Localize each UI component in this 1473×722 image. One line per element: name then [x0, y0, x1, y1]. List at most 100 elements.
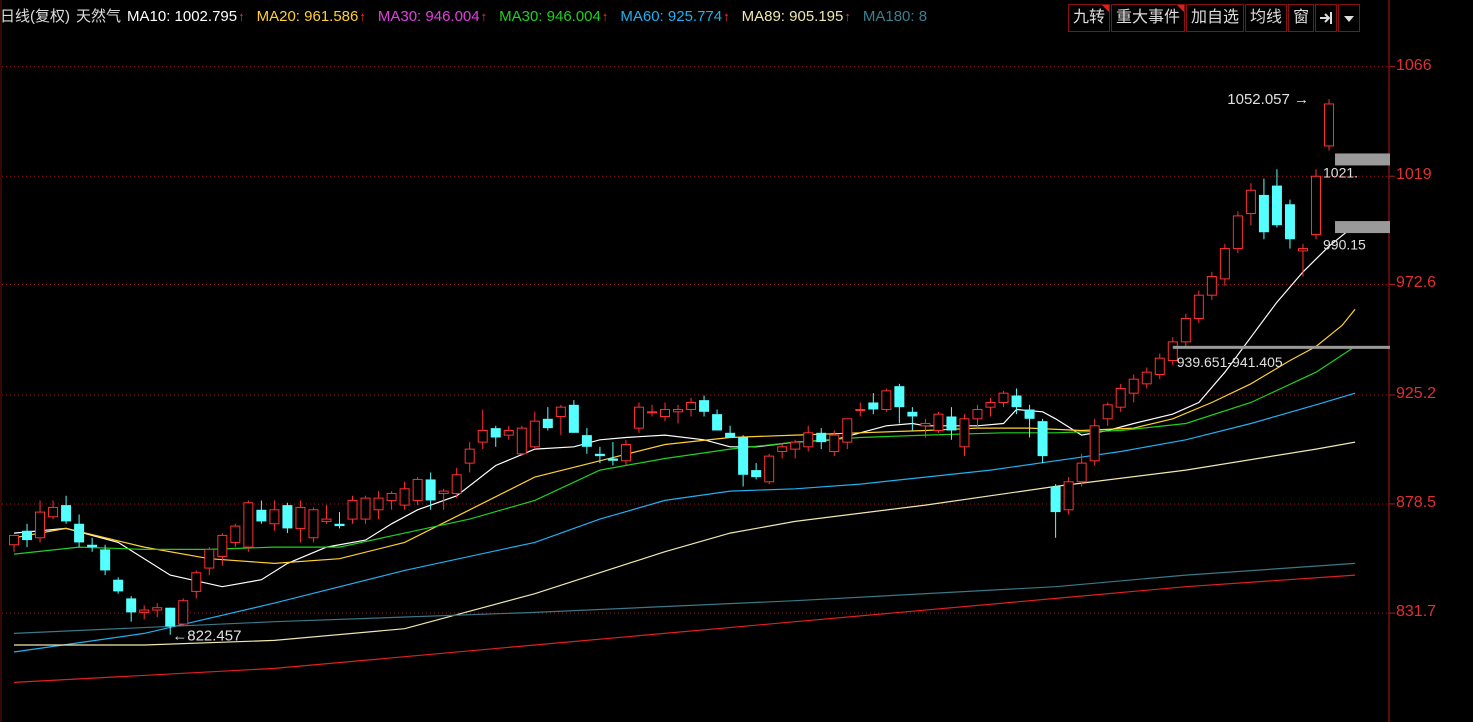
candle-body	[1193, 294, 1204, 320]
candle-body	[438, 490, 449, 494]
candle-body	[646, 411, 657, 414]
candle	[816, 428, 827, 450]
candle	[529, 411, 540, 450]
candle-body	[48, 506, 59, 518]
candle	[204, 547, 215, 576]
candlesticks	[9, 99, 1335, 635]
candle-body	[959, 418, 970, 448]
candle	[568, 400, 579, 433]
ma-indicator: MA89: 905.195↑	[741, 8, 851, 25]
candle	[373, 491, 384, 520]
ma-line-ma60	[13, 392, 1356, 653]
window-button[interactable]: 窗	[1288, 4, 1315, 32]
candle	[1324, 99, 1335, 151]
candle-body	[87, 544, 98, 548]
candle	[48, 500, 59, 520]
candle-body	[1284, 204, 1295, 240]
y-tick-label: 1019	[1396, 166, 1432, 184]
candle-body	[191, 572, 202, 592]
chevron-down-icon[interactable]	[1338, 4, 1361, 32]
candle	[61, 495, 72, 524]
candle-body	[738, 437, 749, 475]
candle	[1311, 169, 1321, 240]
add-favorite-button[interactable]: 加自选	[1186, 4, 1245, 32]
candle	[1141, 367, 1152, 389]
candle-body	[1258, 194, 1269, 233]
candle-body	[1271, 185, 1282, 226]
pin-icon[interactable]	[1315, 4, 1338, 32]
high-label: 1052.057 →	[1227, 91, 1309, 108]
ma-line-ma30	[13, 345, 1356, 555]
candle-body	[139, 609, 150, 613]
kline-chart[interactable]: 1052.057 → ←822.457 1021. 990.15 939.651-941…	[0, 0, 1473, 722]
candle	[347, 495, 358, 524]
candle-body	[829, 434, 840, 452]
candle-body	[1050, 486, 1061, 513]
candle	[1193, 290, 1204, 324]
candle	[282, 502, 293, 534]
candle-body	[152, 607, 163, 611]
ma-indicator: MA60: 925.774↑	[620, 8, 730, 25]
candle-body	[790, 441, 801, 450]
candle	[477, 409, 488, 450]
candle	[464, 442, 475, 473]
ma-line-ma89	[14, 441, 1356, 646]
candle	[1219, 243, 1230, 286]
candle-body	[477, 429, 488, 443]
candle	[295, 500, 306, 543]
candle-body	[1037, 421, 1048, 457]
candle-body	[35, 511, 46, 539]
candle-body	[998, 392, 1009, 403]
candle	[74, 514, 85, 548]
candle-body	[295, 506, 306, 529]
candle-body	[1115, 387, 1126, 408]
candle-body	[881, 390, 892, 410]
candle-body	[373, 497, 384, 511]
average-line-button[interactable]: 均线	[1245, 4, 1288, 32]
price-level-bar	[1335, 221, 1390, 234]
candle	[1050, 484, 1061, 538]
candle-body	[204, 548, 215, 569]
candle-body	[1154, 357, 1165, 376]
candle	[9, 534, 19, 552]
candle	[594, 446, 605, 464]
candle-body	[1219, 248, 1230, 280]
candle	[1115, 383, 1126, 412]
candle-body	[777, 446, 788, 452]
price-level-bar	[1172, 345, 1390, 349]
candle-body	[516, 427, 527, 455]
candle-body	[803, 432, 814, 448]
candle-body	[725, 432, 736, 438]
candle	[1154, 353, 1165, 380]
candle-body	[282, 505, 293, 529]
candle	[243, 500, 254, 552]
candle	[191, 570, 202, 599]
candle	[842, 418, 853, 450]
candle-body	[542, 418, 553, 429]
major-events-button[interactable]: 重大事件	[1111, 4, 1186, 32]
candle-body	[699, 400, 710, 412]
candle	[985, 397, 996, 417]
price-level-label: 990.15	[1323, 237, 1366, 253]
y-tick-label: 972.6	[1396, 274, 1437, 292]
candle	[646, 404, 657, 417]
candle	[256, 500, 267, 524]
candle-body	[972, 408, 983, 420]
candle	[321, 505, 332, 524]
ma-indicator: MA30: 946.004↑	[377, 8, 488, 25]
candle-body	[933, 413, 944, 431]
candle	[790, 439, 801, 459]
candle-body	[321, 518, 332, 522]
candle	[1245, 183, 1256, 226]
candle	[907, 407, 918, 431]
price-level-label: 939.651-941.405	[1177, 354, 1283, 370]
candle	[1180, 313, 1191, 347]
candle-body	[347, 499, 358, 520]
candle	[1206, 271, 1217, 300]
candle-body	[1297, 248, 1308, 252]
period-label: 日线(复权)	[0, 8, 70, 25]
candle	[360, 495, 371, 524]
jiuzhuan-button[interactable]: 九转	[1068, 4, 1111, 32]
candle-body	[503, 429, 514, 436]
candle	[868, 393, 879, 415]
